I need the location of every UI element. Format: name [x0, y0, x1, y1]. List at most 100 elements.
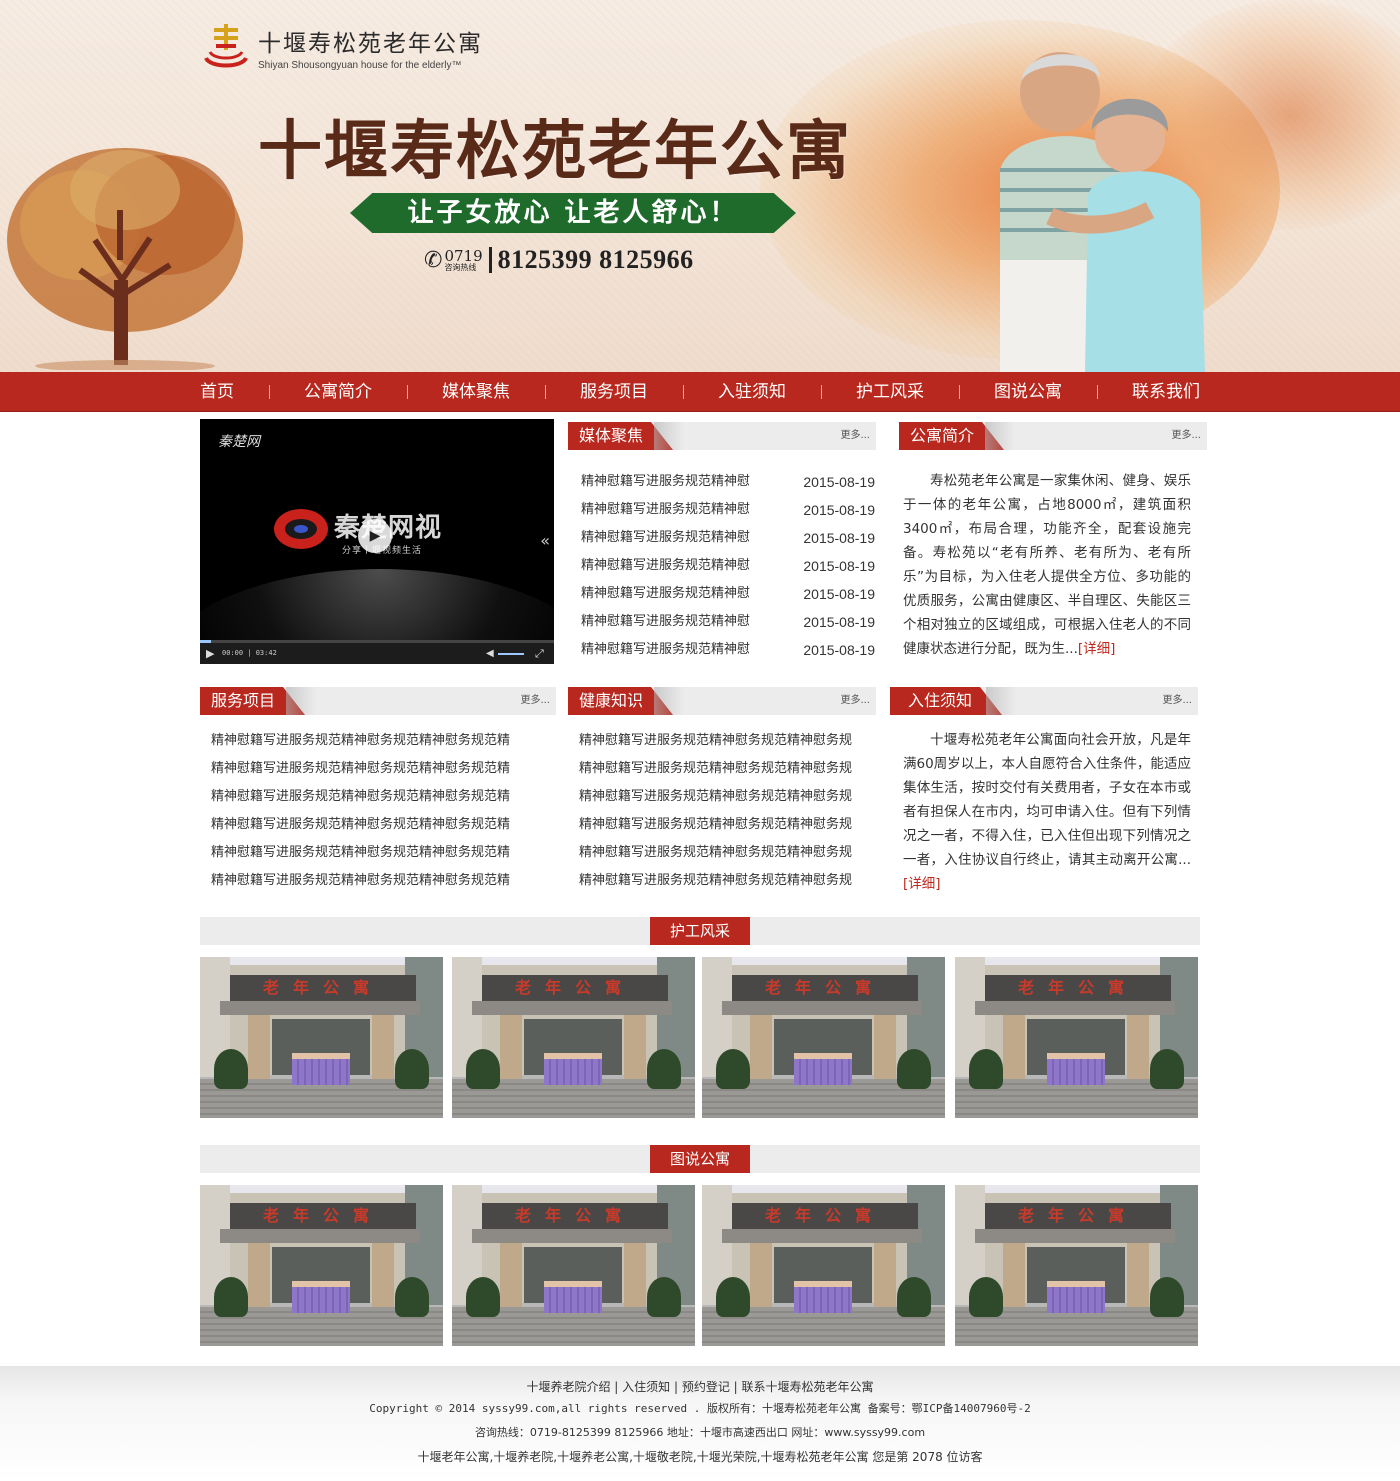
nav-item-services[interactable]: 服务项目 — [580, 372, 648, 412]
nav-item-gallery[interactable]: 图说公寓 — [994, 372, 1062, 412]
services-list-item[interactable]: 精神慰籍写进服务规范精神慰务规范精神慰务规范精 — [211, 755, 541, 783]
health-more-link[interactable]: 更多... — [840, 687, 870, 715]
phone-icon: ✆ — [424, 247, 443, 273]
nav-item-caregivers[interactable]: 护工风采 — [856, 372, 924, 412]
building-sign: 老年公寓 — [985, 1203, 1171, 1229]
video-controls: ▶ 00:00 | 03:42 ◀ ⤢ — [200, 640, 554, 664]
caregivers-gallery-title[interactable]: 护工风采 — [650, 917, 750, 945]
health-section-header: 健康知识 更多... — [568, 687, 876, 715]
notice-more-link[interactable]: 更多... — [1162, 687, 1192, 715]
fullscreen-icon[interactable]: ⤢ — [535, 647, 544, 661]
hotline-divider — [488, 247, 492, 273]
media-news-item[interactable]: 精神慰籍写进服务规范精神慰 2015-08-19 — [581, 496, 875, 524]
media-news-item[interactable]: 精神慰籍写进服务规范精神慰 2015-08-19 — [581, 608, 875, 636]
media-news-date: 2015-08-19 — [803, 586, 875, 602]
logo-chinese-name: 十堰寿松苑老年公寓 — [258, 30, 483, 57]
gallery-photo[interactable]: 老年公寓 — [452, 1185, 695, 1346]
nav-separator — [406, 385, 408, 399]
site-logo[interactable]: 十堰寿松苑老年公寓 Shiyan Shousongyuan house for … — [200, 22, 483, 72]
services-list-item[interactable]: 精神慰籍写进服务规范精神慰务规范精神慰务规范精 — [211, 811, 541, 839]
media-news-title[interactable]: 精神慰籍写进服务规范精神慰 — [581, 496, 750, 524]
health-list-item[interactable]: 精神慰籍写进服务规范精神慰务规范精神慰务规 — [579, 839, 877, 867]
nav-separator — [820, 385, 822, 399]
notice-detail-link[interactable]: [详细] — [903, 876, 941, 892]
media-news-item[interactable]: 精神慰籍写进服务规范精神慰 2015-08-19 — [581, 468, 875, 496]
services-list-item[interactable]: 精神慰籍写进服务规范精神慰务规范精神慰务规范精 — [211, 783, 541, 811]
services-list-item[interactable]: 精神慰籍写进服务规范精神慰务规范精神慰务规范精 — [211, 727, 541, 755]
nav-separator — [268, 385, 270, 399]
nav-item-intro[interactable]: 公寓简介 — [304, 372, 372, 412]
play-icon[interactable]: ▶ — [206, 647, 214, 660]
nav-item-contact[interactable]: 联系我们 — [1132, 372, 1200, 412]
hero-title: 十堰寿松苑老年公寓 — [258, 114, 852, 189]
staff-group — [1047, 1281, 1105, 1313]
staff-group — [1047, 1053, 1105, 1085]
tab-shade — [654, 422, 684, 450]
intro-paragraph: 寿松苑老年公寓是一家集休闲、健身、娱乐于一体的老年公寓，占地8000㎡，建筑面积… — [903, 469, 1191, 661]
media-news-title[interactable]: 精神慰籍写进服务规范精神慰 — [581, 552, 750, 580]
play-button[interactable]: ▶ — [358, 519, 392, 553]
services-more-link[interactable]: 更多... — [520, 687, 550, 715]
gallery-photo[interactable]: 老年公寓 — [955, 1185, 1198, 1346]
services-list-item[interactable]: 精神慰籍写进服务规范精神慰务规范精神慰务规范精 — [211, 839, 541, 867]
apartment-gallery-title[interactable]: 图说公寓 — [650, 1145, 750, 1173]
tab-shade — [985, 422, 1015, 450]
volume-icon[interactable]: ◀ — [486, 648, 494, 659]
nav-separator — [544, 385, 546, 399]
gallery-photo[interactable]: 老年公寓 — [200, 1185, 443, 1346]
staff-group — [544, 1281, 602, 1313]
apartment-gallery-header: 图说公寓 — [200, 1145, 1200, 1173]
media-news-title[interactable]: 精神慰籍写进服务规范精神慰 — [581, 608, 750, 636]
media-news-item[interactable]: 精神慰籍写进服务规范精神慰 2015-08-19 — [581, 636, 875, 664]
health-list-item[interactable]: 精神慰籍写进服务规范精神慰务规范精神慰务规 — [579, 727, 877, 755]
services-section-header: 服务项目 更多... — [200, 687, 556, 715]
health-list-item[interactable]: 精神慰籍写进服务规范精神慰务规范精神慰务规 — [579, 783, 877, 811]
intro-detail-link[interactable]: [详细] — [1078, 641, 1116, 657]
building-sign: 老年公寓 — [482, 975, 668, 1001]
health-list-item[interactable]: 精神慰籍写进服务规范精神慰务规范精神慰务规 — [579, 867, 877, 895]
gallery-photo[interactable]: 老年公寓 — [955, 957, 1198, 1118]
footer-keywords: 十堰老年公寓,十堰养老院,十堰养老公寓,十堰敬老院,十堰光荣院,十堰寿松苑老年公… — [417, 1450, 983, 1464]
hotline-numbers: 8125399 8125966 — [497, 245, 694, 274]
header-banner: 十堰寿松苑老年公寓 Shiyan Shousongyuan house for … — [0, 0, 1400, 372]
footer-links[interactable]: 十堰养老院介绍 | 入住须知 | 预约登记 | 联系十堰寿松苑老年公寓 — [0, 1378, 1400, 1395]
media-news-item[interactable]: 精神慰籍写进服务规范精神慰 2015-08-19 — [581, 580, 875, 608]
notice-text: 十堰寿松苑老年公寓面向社会开放，凡是年满60周岁以上，本人自愿符合入住条件，能适… — [903, 732, 1191, 868]
health-list-item[interactable]: 精神慰籍写进服务规范精神慰务规范精神慰务规 — [579, 755, 877, 783]
gallery-photo[interactable]: 老年公寓 — [702, 1185, 945, 1346]
elderly-couple-photo — [1000, 52, 1205, 372]
media-news-date: 2015-08-19 — [803, 614, 875, 630]
media-news-title[interactable]: 精神慰籍写进服务规范精神慰 — [581, 524, 750, 552]
nav-item-notice[interactable]: 入驻须知 — [718, 372, 786, 412]
media-news-date: 2015-08-19 — [803, 474, 875, 490]
media-news-title[interactable]: 精神慰籍写进服务规范精神慰 — [581, 468, 750, 496]
tab-shade — [654, 687, 684, 715]
building-sign: 老年公寓 — [985, 975, 1171, 1001]
media-news-title[interactable]: 精神慰籍写进服务规范精神慰 — [581, 580, 750, 608]
health-list-item[interactable]: 精神慰籍写进服务规范精神慰务规范精神慰务规 — [579, 811, 877, 839]
gallery-photo[interactable]: 老年公寓 — [452, 957, 695, 1118]
notice-paragraph: 十堰寿松苑老年公寓面向社会开放，凡是年满60周岁以上，本人自愿符合入住条件，能适… — [903, 728, 1191, 896]
gallery-photo[interactable]: 老年公寓 — [702, 957, 945, 1118]
building-sign: 老年公寓 — [732, 1203, 918, 1229]
caregivers-gallery-header: 护工风采 — [200, 917, 1200, 945]
logo-english-name: Shiyan Shousongyuan house for the elderl… — [258, 59, 462, 71]
staff-group — [794, 1053, 852, 1085]
chevron-left-icon[interactable]: « — [540, 531, 550, 550]
video-player[interactable]: 秦楚网 秦楚网视 分享丨堰视频生活 ▶ « ▶ 00:00 | 03:42 ◀ … — [200, 419, 554, 664]
media-news-item[interactable]: 精神慰籍写进服务规范精神慰 2015-08-19 — [581, 524, 875, 552]
video-progress-bar[interactable] — [200, 640, 554, 643]
nav-item-media[interactable]: 媒体聚焦 — [442, 372, 510, 412]
media-news-item[interactable]: 精神慰籍写进服务规范精神慰 2015-08-19 — [581, 552, 875, 580]
hotline: ✆ 0719 咨询热线 8125399 8125966 — [424, 245, 694, 275]
building-sign: 老年公寓 — [732, 975, 918, 1001]
main-nav: 首页 公寓简介 媒体聚焦 服务项目 入驻须知 护工风采 图说公寓 联系我们 — [0, 372, 1400, 412]
gallery-photo[interactable]: 老年公寓 — [200, 957, 443, 1118]
services-list-item[interactable]: 精神慰籍写进服务规范精神慰务规范精神慰务规范精 — [211, 867, 541, 895]
volume-slider[interactable] — [498, 653, 524, 655]
media-more-link[interactable]: 更多... — [840, 422, 870, 450]
nav-item-home[interactable]: 首页 — [200, 372, 234, 412]
intro-more-link[interactable]: 更多... — [1171, 422, 1201, 450]
services-list: 精神慰籍写进服务规范精神慰务规范精神慰务规范精 精神慰籍写进服务规范精神慰务规范精… — [211, 727, 541, 895]
media-news-title[interactable]: 精神慰籍写进服务规范精神慰 — [581, 636, 750, 664]
